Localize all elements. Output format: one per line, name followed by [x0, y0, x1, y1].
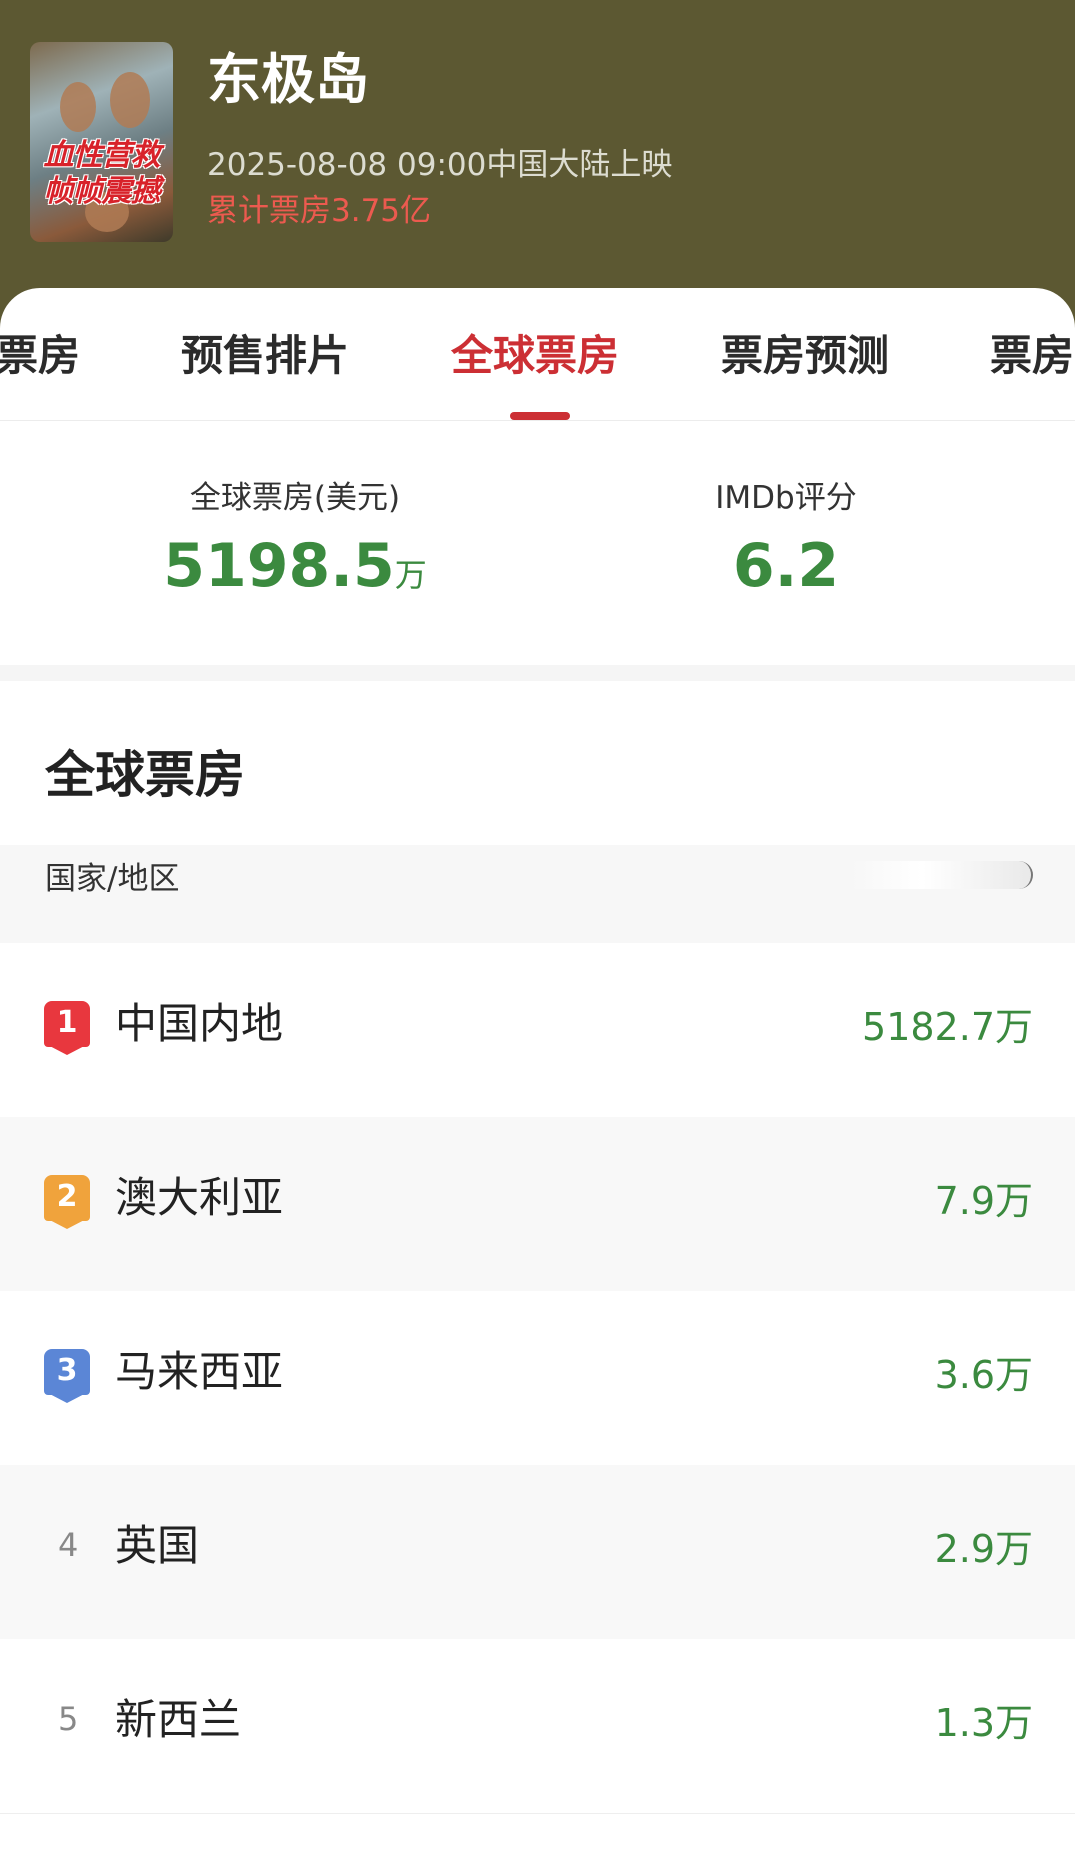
row-rank: 4 — [58, 1526, 79, 1564]
column-value-header — [851, 861, 1033, 889]
row-country: 新西兰 — [115, 1695, 242, 1744]
rank-3-badge-icon: 3 — [44, 1349, 90, 1403]
table-row[interactable]: 2 澳大利亚 7.9万 — [0, 1117, 1075, 1291]
cumulative-box-office: 累计票房3.75亿 — [207, 193, 432, 229]
movie-poster[interactable]: 血性营救 帧帧震撼 — [30, 42, 173, 242]
tab-box-office[interactable]: 票房 — [0, 330, 80, 382]
active-tab-indicator — [510, 412, 570, 420]
imdb-rating-value: 6.2 — [732, 531, 840, 601]
movie-title: 东极岛 — [207, 48, 369, 111]
release-info: 2025-08-08 09:00中国大陆上映 — [207, 147, 673, 183]
global-box-office-number: 5198.5 — [163, 531, 395, 601]
tab-bar: 票房 预售排片 全球票房 票房预测 票房 — [0, 288, 1075, 421]
row-country: 英国 — [115, 1521, 200, 1570]
section-divider — [0, 665, 1075, 681]
row-box-office-value: 1.3万 — [934, 1701, 1033, 1745]
section-title: 全球票房 — [45, 746, 245, 804]
tab-global-box-office[interactable]: 全球票房 — [451, 330, 619, 382]
rank-2-badge-icon: 2 — [44, 1175, 90, 1229]
row-box-office-value: 7.9万 — [934, 1179, 1033, 1223]
row-country: 澳大利亚 — [115, 1173, 284, 1222]
row-box-office-value: 5182.7万 — [862, 1005, 1033, 1049]
table-header: 国家/地区 — [0, 845, 1075, 943]
tab-presale-schedule[interactable]: 预售排片 — [181, 330, 349, 382]
row-box-office-value: 2.9万 — [934, 1527, 1033, 1571]
column-country-region: 国家/地区 — [45, 861, 180, 897]
global-box-office-unit: 万 — [394, 556, 427, 594]
rank-1-badge-icon: 1 — [44, 1001, 90, 1055]
table-row[interactable]: 5 新西兰 1.3万 — [0, 1639, 1075, 1814]
table-row[interactable]: 4 英国 2.9万 — [0, 1465, 1075, 1639]
row-box-office-value: 3.6万 — [934, 1353, 1033, 1397]
global-box-office-value: 5198.5万 — [140, 530, 450, 611]
poster-figure — [110, 72, 150, 128]
poster-slogan: 血性营救 帧帧震撼 — [43, 138, 161, 209]
tab-box-office-forecast[interactable]: 票房预测 — [721, 330, 889, 382]
row-rank: 5 — [58, 1700, 79, 1738]
tab-box-office-more[interactable]: 票房 — [990, 330, 1074, 382]
row-country: 马来西亚 — [115, 1347, 284, 1396]
row-country: 中国内地 — [115, 999, 284, 1048]
poster-figure — [60, 82, 96, 132]
imdb-rating-label: IMDb评分 — [715, 480, 857, 516]
global-box-office-label: 全球票房(美元) — [189, 480, 401, 516]
table-row[interactable]: 3 马来西亚 3.6万 — [0, 1291, 1075, 1465]
movie-header: 血性营救 帧帧震撼 东极岛 2025-08-08 09:00中国大陆上映 累计票… — [0, 0, 1075, 330]
table-row[interactable]: 1 中国内地 5182.7万 — [0, 943, 1075, 1117]
